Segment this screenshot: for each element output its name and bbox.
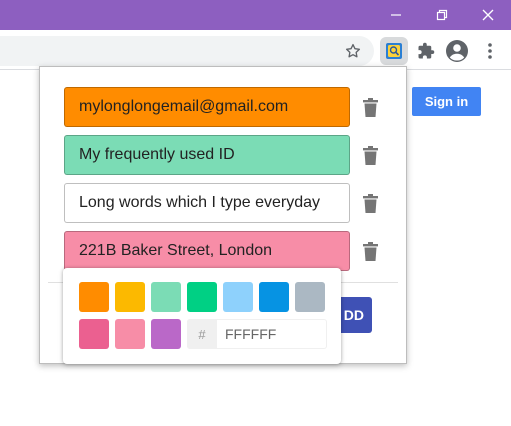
entry-item[interactable]: mylonglongemail@gmail.com — [64, 87, 350, 127]
extensions-menu-button[interactable] — [414, 39, 438, 63]
browser-menu-button[interactable] — [480, 39, 500, 63]
extension-button[interactable] — [380, 37, 408, 65]
restore-button[interactable] — [419, 0, 465, 30]
entry-item[interactable]: My frequently used ID — [64, 135, 350, 175]
profile-button[interactable] — [444, 38, 470, 64]
delete-entry-button[interactable] — [360, 239, 380, 263]
minimize-icon — [391, 14, 401, 16]
kebab-menu-icon — [488, 43, 492, 59]
address-bar[interactable] — [0, 36, 374, 66]
close-icon — [482, 9, 494, 21]
hex-color-input[interactable] — [217, 319, 327, 349]
profile-icon — [446, 40, 468, 62]
delete-entry-button[interactable] — [360, 143, 380, 167]
hex-field: # — [187, 319, 327, 349]
restore-icon — [436, 9, 448, 21]
trash-icon — [362, 145, 378, 165]
color-swatch[interactable] — [223, 282, 253, 312]
color-swatch[interactable] — [115, 319, 145, 349]
hash-label: # — [187, 319, 217, 349]
minimize-button[interactable] — [373, 0, 419, 30]
entry-item[interactable]: 221B Baker Street, London — [64, 231, 350, 271]
color-picker: # — [63, 268, 341, 364]
browser-toolbar — [0, 30, 511, 70]
sign-in-button[interactable]: Sign in — [412, 87, 481, 116]
extension-icon — [386, 43, 402, 59]
trash-icon — [362, 193, 378, 213]
delete-entry-button[interactable] — [360, 95, 380, 119]
color-swatch[interactable] — [295, 282, 325, 312]
trash-icon — [362, 97, 378, 117]
color-swatch[interactable] — [151, 319, 181, 349]
close-window-button[interactable] — [465, 0, 511, 30]
color-swatch[interactable] — [187, 282, 217, 312]
color-swatch[interactable] — [79, 319, 109, 349]
color-swatch[interactable] — [79, 282, 109, 312]
bookmark-star-button[interactable] — [341, 39, 365, 63]
color-swatch[interactable] — [115, 282, 145, 312]
color-swatch[interactable] — [259, 282, 289, 312]
puzzle-icon — [418, 42, 435, 59]
star-icon — [345, 43, 361, 58]
browser-titlebar — [0, 0, 511, 30]
entry-item[interactable]: Long words which I type everyday — [64, 183, 350, 223]
color-swatch[interactable] — [151, 282, 181, 312]
delete-entry-button[interactable] — [360, 191, 380, 215]
trash-icon — [362, 241, 378, 261]
